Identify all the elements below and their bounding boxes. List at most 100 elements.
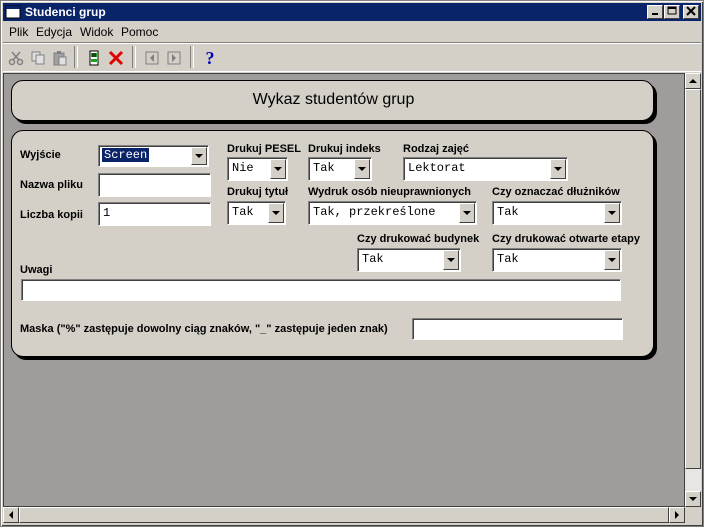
- toolbar-separator: [190, 46, 194, 68]
- maximize-icon: [667, 6, 677, 15]
- chevron-down-icon: [272, 211, 280, 215]
- hscroll-thumb[interactable]: [19, 507, 669, 523]
- dropdown-button[interactable]: [604, 250, 620, 270]
- close-button[interactable]: [683, 5, 699, 19]
- paste-icon: [53, 51, 67, 66]
- chevron-down-icon: [358, 167, 366, 171]
- delete-icon: [108, 50, 124, 66]
- scroll-down-button[interactable]: [685, 491, 701, 507]
- delete-button[interactable]: [105, 47, 127, 69]
- chevron-down-icon: [447, 258, 455, 262]
- drukuj-pesel-label: Drukuj PESEL: [227, 143, 301, 155]
- drukuj-tytul-value: Tak: [232, 205, 254, 219]
- toolbar: ?: [3, 42, 701, 72]
- prev-icon: [145, 51, 159, 65]
- chevron-down-icon: [195, 154, 203, 158]
- drukuj-indeks-value: Tak: [313, 161, 335, 175]
- scrollbar-corner: [685, 507, 701, 523]
- liczba-kopii-input[interactable]: 1: [98, 202, 211, 226]
- prev-button[interactable]: [141, 47, 163, 69]
- etapy-value: Tak: [497, 252, 519, 266]
- uwagi-label: Uwagi: [20, 264, 53, 276]
- cut-button[interactable]: [5, 47, 27, 69]
- rodzaj-zajec-label: Rodzaj zajęć: [403, 143, 470, 155]
- menu-pomoc[interactable]: Pomoc: [121, 25, 158, 39]
- drukuj-tytul-select[interactable]: Tak: [227, 201, 286, 225]
- dropdown-button[interactable]: [604, 203, 620, 223]
- next-icon: [167, 51, 181, 65]
- drukuj-pesel-value: Nie: [232, 161, 254, 175]
- arrow-down-icon: [689, 497, 697, 501]
- drukuj-indeks-label: Drukuj indeks: [308, 143, 381, 155]
- nazwa-pliku-input[interactable]: [98, 173, 211, 197]
- toolbar-separator: [74, 46, 78, 68]
- nazwa-pliku-label: Nazwa pliku: [20, 179, 83, 191]
- arrow-up-icon: [689, 79, 697, 83]
- liczba-kopii-label: Liczba kopii: [20, 209, 83, 221]
- chevron-down-icon: [463, 211, 471, 215]
- rodzaj-zajec-select[interactable]: Lektorat: [403, 157, 568, 181]
- print-icon: [89, 50, 99, 66]
- chevron-down-icon: [608, 258, 616, 262]
- horizontal-scrollbar[interactable]: [3, 507, 685, 523]
- dropdown-button[interactable]: [354, 159, 370, 179]
- scroll-left-button[interactable]: [3, 507, 19, 523]
- menu-widok[interactable]: Widok: [80, 25, 113, 39]
- dropdown-button[interactable]: [550, 159, 566, 179]
- budynek-value: Tak: [362, 252, 384, 266]
- drukuj-indeks-select[interactable]: Tak: [308, 157, 372, 181]
- page-title: Wykaz studentów grup: [252, 91, 415, 108]
- menu-plik[interactable]: Plik: [9, 25, 28, 39]
- chevron-down-icon: [554, 167, 562, 171]
- wydruk-osob-label: Wydruk osób nieuprawnionych: [308, 186, 471, 198]
- dluznicy-label: Czy oznaczać dłużników: [492, 186, 620, 198]
- uwagi-input[interactable]: [21, 279, 621, 301]
- print-button[interactable]: [83, 47, 105, 69]
- maska-input[interactable]: [412, 318, 623, 340]
- dropdown-button[interactable]: [443, 250, 459, 270]
- wyjscie-select[interactable]: Screen: [98, 145, 209, 167]
- wyjscie-label: Wyjście: [20, 149, 61, 161]
- dropdown-button[interactable]: [459, 203, 475, 223]
- scissors-icon: [8, 51, 24, 66]
- wydruk-osob-value: Tak, przekreślone: [313, 205, 436, 219]
- rodzaj-zajec-value: Lektorat: [408, 161, 466, 175]
- window-title: Studenci grup: [25, 5, 106, 19]
- dropdown-button[interactable]: [191, 147, 207, 165]
- drukuj-tytul-label: Drukuj tytuł: [227, 186, 289, 198]
- copy-icon: [31, 51, 45, 65]
- chevron-down-icon: [274, 167, 282, 171]
- arrow-right-icon: [675, 511, 679, 519]
- menu-bar: Plik Edycja Widok Pomoc: [3, 22, 701, 41]
- wyjscie-value: Screen: [100, 147, 151, 163]
- toolbar-separator: [132, 46, 136, 68]
- close-icon: [686, 6, 696, 16]
- minimize-icon: [652, 13, 658, 15]
- app-icon: [5, 5, 21, 19]
- etapy-select[interactable]: Tak: [492, 248, 622, 272]
- scroll-up-button[interactable]: [685, 73, 701, 89]
- title-bar[interactable]: Studenci grup: [3, 3, 701, 21]
- drukuj-pesel-select[interactable]: Nie: [227, 157, 288, 181]
- dropdown-button[interactable]: [268, 203, 284, 223]
- etapy-label: Czy drukować otwarte etapy: [492, 233, 640, 245]
- maximize-button[interactable]: [664, 5, 680, 19]
- menu-edycja[interactable]: Edycja: [36, 25, 72, 39]
- wydruk-osob-select[interactable]: Tak, przekreślone: [308, 201, 477, 225]
- next-button[interactable]: [163, 47, 185, 69]
- minimize-button[interactable]: [647, 5, 663, 19]
- arrow-left-icon: [9, 511, 13, 519]
- help-button[interactable]: ?: [199, 47, 221, 69]
- budynek-select[interactable]: Tak: [357, 248, 461, 272]
- dluznicy-value: Tak: [497, 205, 519, 219]
- paste-button[interactable]: [49, 47, 71, 69]
- vertical-scrollbar[interactable]: [685, 73, 701, 507]
- scroll-right-button[interactable]: [669, 507, 685, 523]
- scroll-thumb[interactable]: [685, 89, 701, 469]
- copy-button[interactable]: [27, 47, 49, 69]
- dluznicy-select[interactable]: Tak: [492, 201, 622, 225]
- budynek-label: Czy drukować budynek: [357, 233, 480, 245]
- header-panel: Wykaz studentów grup: [11, 80, 654, 121]
- chevron-down-icon: [608, 211, 616, 215]
- dropdown-button[interactable]: [270, 159, 286, 179]
